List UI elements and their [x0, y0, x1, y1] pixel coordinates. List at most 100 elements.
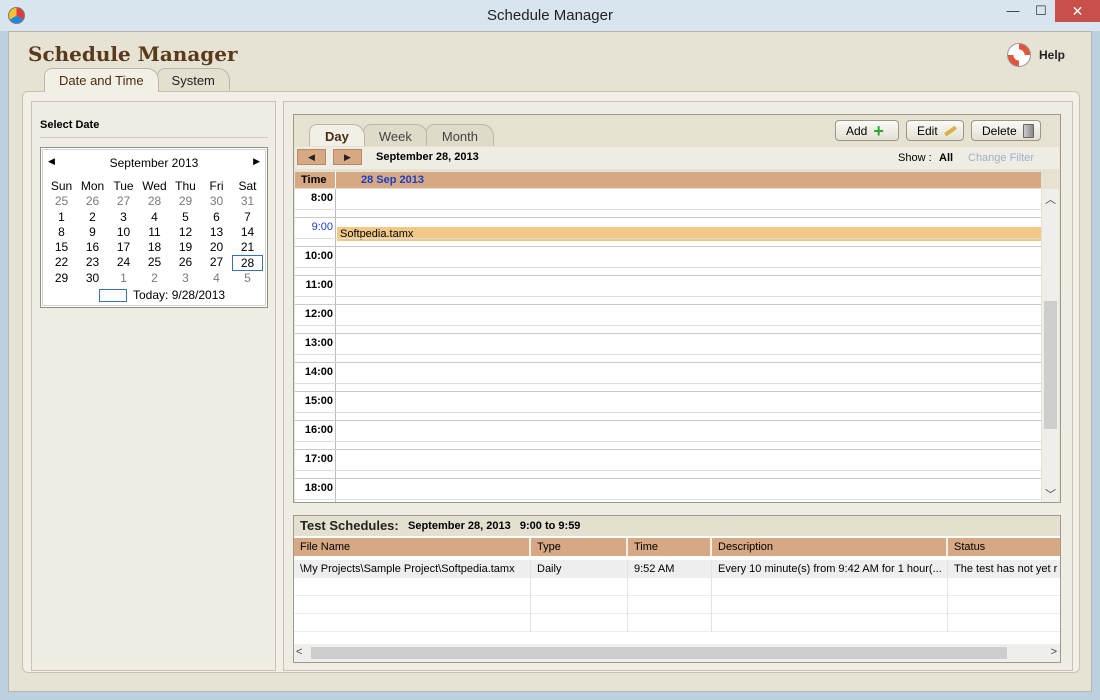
column-type[interactable]: Type	[531, 538, 628, 556]
calendar-day[interactable]: 9	[77, 225, 108, 240]
half-hour-line	[295, 470, 1041, 471]
calendar-day[interactable]: 14	[232, 225, 263, 240]
hour-line	[295, 391, 1041, 392]
help-button[interactable]: Help	[1007, 42, 1065, 68]
weekday-label: Wed	[142, 179, 167, 193]
half-hour-line	[295, 499, 1041, 500]
calendar-day[interactable]: 13	[201, 225, 232, 240]
table-row[interactable]: \My Projects\Sample Project\Softpedia.ta…	[294, 560, 1060, 578]
scroll-down-icon[interactable]: ﹀	[1042, 486, 1059, 502]
calendar-day[interactable]: 24	[108, 255, 139, 270]
next-month-icon[interactable]: ▶	[253, 156, 260, 167]
scroll-right-icon[interactable]: >	[1051, 646, 1057, 658]
calendar-day[interactable]: 4	[139, 210, 170, 225]
calendar-day[interactable]: 17	[108, 240, 139, 255]
tab-day[interactable]: Day	[309, 124, 365, 146]
half-hour-line	[295, 354, 1041, 355]
calendar-day[interactable]: 27	[108, 194, 139, 209]
calendar-day[interactable]: 12	[170, 225, 201, 240]
calendar-day[interactable]: 15	[46, 240, 77, 255]
next-day-button[interactable]: ▶	[333, 149, 362, 165]
calendar-day[interactable]: 5	[170, 210, 201, 225]
show-filter-value[interactable]: All	[939, 152, 953, 164]
half-hour-line	[295, 412, 1041, 413]
vertical-scrollbar[interactable]: ︿ ﹀	[1042, 189, 1059, 502]
scroll-thumb[interactable]	[1044, 301, 1057, 429]
weekday-label: Sun	[50, 179, 73, 193]
tab-week[interactable]: Week	[362, 124, 428, 146]
add-button[interactable]: Add +	[835, 120, 899, 141]
maximize-button[interactable]: ☐	[1027, 0, 1055, 22]
hour-line	[295, 217, 1041, 218]
change-filter-link[interactable]: Change Filter	[968, 152, 1034, 164]
calendar-day[interactable]: 22	[46, 255, 77, 270]
minimize-button[interactable]: —	[999, 0, 1027, 22]
tab-month[interactable]: Month	[425, 124, 494, 146]
content-panel: Select Date ◀ September 2013 ▶ Sun Mon Tue…	[22, 91, 1080, 673]
calendar-day[interactable]: 21	[232, 240, 263, 255]
edit-button[interactable]: Edit	[906, 120, 964, 141]
calendar-day[interactable]: 26	[170, 255, 201, 270]
calendar-day[interactable]: 28	[139, 194, 170, 209]
calendar-day[interactable]: 23	[77, 255, 108, 270]
delete-button[interactable]: Delete	[971, 120, 1041, 141]
test-schedules-panel: Test Schedules: September 28, 2013 9:00 …	[293, 515, 1061, 663]
date-navigation-bar: ◀ ▶ September 28, 2013 Show : All Change…	[295, 147, 1059, 169]
calendar-day[interactable]: 16	[77, 240, 108, 255]
hour-label: 13:00	[304, 337, 333, 349]
calendar-day[interactable]: 30	[201, 194, 232, 209]
hour-line	[295, 275, 1041, 276]
calendar-day[interactable]: 19	[170, 240, 201, 255]
calendar-day[interactable]: 2	[77, 210, 108, 225]
hour-line	[295, 304, 1041, 305]
horizontal-scroll-thumb[interactable]	[311, 647, 1007, 659]
calendar-day[interactable]: 6	[201, 210, 232, 225]
table-row-empty	[294, 578, 1060, 596]
close-button[interactable]: ✕	[1055, 0, 1100, 22]
column-status[interactable]: Status	[948, 538, 1060, 556]
hour-label: 14:00	[304, 366, 333, 378]
calendar-day[interactable]: 10	[108, 225, 139, 240]
calendar-day[interactable]: 27	[201, 255, 232, 270]
calendar-day[interactable]: 26	[77, 194, 108, 209]
scroll-up-icon[interactable]: ︿	[1042, 191, 1059, 207]
calendar-day[interactable]: 20	[201, 240, 232, 255]
calendar-day[interactable]: 25	[139, 255, 170, 270]
calendar-day[interactable]: 1	[46, 210, 77, 225]
scroll-left-icon[interactable]: <	[296, 646, 302, 658]
hour-label: 10:00	[304, 250, 333, 262]
calendar-day[interactable]: 4	[201, 271, 232, 286]
column-file-name[interactable]: File Name	[294, 538, 531, 556]
half-hour-line	[295, 441, 1041, 442]
weekday-label: Mon	[80, 179, 105, 193]
column-description[interactable]: Description	[712, 538, 948, 556]
calendar-day[interactable]: 29	[46, 271, 77, 286]
today-link[interactable]: Today: 9/28/2013	[99, 288, 225, 302]
calendar-day[interactable]: 11	[139, 225, 170, 240]
tab-system[interactable]: System	[156, 68, 230, 92]
calendar-day[interactable]: 5	[232, 271, 263, 286]
horizontal-scrollbar[interactable]: < >	[294, 644, 1060, 662]
column-time[interactable]: Time	[628, 538, 712, 556]
previous-day-button[interactable]: ◀	[297, 149, 326, 165]
calendar-grid: Sun Mon Tue Wed Thu Fri Sat 25 26 27 28 29 30 31 1 2 3 4 5…	[46, 179, 263, 286]
tab-date-and-time[interactable]: Date and Time	[44, 68, 159, 92]
day-grid[interactable]: Softpedia.tamx 8:00 9:00 10:00 11:00 12:00 13…	[295, 189, 1041, 502]
hour-label: 17:00	[304, 453, 333, 465]
window-titlebar: Schedule Manager — ☐ ✕	[0, 0, 1100, 31]
calendar-day[interactable]: 2	[139, 271, 170, 286]
calendar-day[interactable]: 8	[46, 225, 77, 240]
calendar-day[interactable]: 31	[232, 194, 263, 209]
cell-description: Every 10 minute(s) from 9:42 AM for 1 ho…	[712, 560, 948, 578]
test-schedules-range: September 28, 2013 9:00 to 9:59	[408, 520, 581, 532]
calendar-day[interactable]: 25	[46, 194, 77, 209]
calendar-day[interactable]: 18	[139, 240, 170, 255]
calendar-day[interactable]: 1	[108, 271, 139, 286]
calendar-day[interactable]: 29	[170, 194, 201, 209]
calendar-day[interactable]: 3	[170, 271, 201, 286]
calendar-day[interactable]: 28	[232, 255, 263, 271]
calendar-day[interactable]: 3	[108, 210, 139, 225]
calendar-day[interactable]: 30	[77, 271, 108, 286]
edit-label: Edit	[917, 123, 938, 138]
calendar-day[interactable]: 7	[232, 210, 263, 225]
